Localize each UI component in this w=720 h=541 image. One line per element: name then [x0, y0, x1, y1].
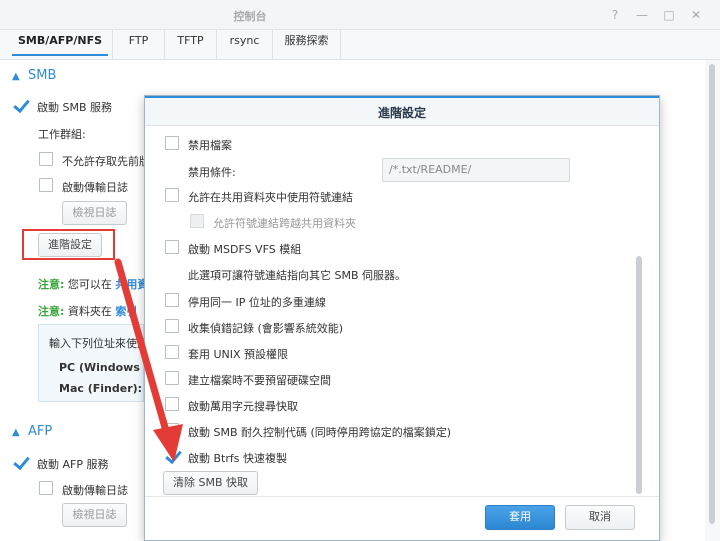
close-icon[interactable]: ✕: [687, 6, 705, 24]
msdfs-description: 此選項可讓符號連結指向其它 SMB 伺服器。: [188, 269, 407, 282]
annotation-highlight-box: [22, 229, 115, 260]
window-titlebar: 控制台 ? — □ ✕: [0, 0, 720, 30]
symlink-checkbox[interactable]: [165, 188, 179, 202]
advanced-settings-dialog: 進階設定 禁用檔案 禁用條件: /*.txt/README/ 允許在共用資料夾中…: [144, 95, 660, 541]
window-title: 控制台: [233, 10, 267, 23]
multi-conn-checkbox[interactable]: [165, 293, 179, 307]
note-1: 注意: 您可以在 共用資: [38, 278, 149, 291]
unix-perm-label: 套用 UNIX 預設權限: [188, 348, 289, 361]
unix-perm-checkbox[interactable]: [165, 345, 179, 359]
tab-service-discovery[interactable]: 服務探索: [273, 30, 341, 60]
dialog-title: 進階設定: [145, 96, 659, 126]
chevron-up-icon: ▲: [12, 427, 20, 438]
info-title: 輸入下列位址來使用: [49, 337, 148, 350]
disable-ext-field[interactable]: /*.txt/README/: [382, 158, 570, 182]
tab-tftp[interactable]: TFTP: [165, 30, 217, 60]
tab-rsync[interactable]: rsync: [217, 30, 273, 60]
info-mac: Mac (Finder):: [59, 382, 143, 395]
minimize-icon[interactable]: —: [633, 6, 651, 24]
symlink-label: 允許在共用資料夾中使用符號連結: [188, 191, 353, 204]
disable-file-label: 禁用檔案: [188, 139, 232, 152]
disable-file-checkbox[interactable]: [165, 136, 179, 150]
wildcard-cache-checkbox[interactable]: [165, 397, 179, 411]
smb-prev-version-checkbox[interactable]: [39, 152, 53, 166]
index-link[interactable]: 索引: [115, 305, 137, 318]
afp-view-log-button[interactable]: 檢視日誌: [62, 503, 127, 527]
smb-enable-checkbox[interactable]: [13, 98, 27, 112]
symlink-cross-checkbox[interactable]: [190, 214, 204, 228]
btrfs-copy-checkbox[interactable]: [165, 449, 179, 463]
smb-prev-version-label: 不允許存取先前版: [62, 155, 150, 168]
cancel-button[interactable]: 取消: [565, 505, 635, 530]
debug-log-checkbox[interactable]: [165, 319, 179, 333]
tab-bar: SMB/AFP/NFS FTP TFTP rsync 服務探索: [0, 30, 720, 60]
debug-log-label: 收集偵錯記錄 (會影響系統效能): [188, 322, 344, 335]
afp-enable-checkbox[interactable]: [13, 455, 27, 469]
msdfs-label: 啟動 MSDFS VFS 模組: [188, 243, 302, 256]
smb-view-log-button[interactable]: 檢視日誌: [62, 201, 127, 225]
main-scrollbar[interactable]: [705, 60, 720, 541]
help-icon[interactable]: ?: [606, 6, 624, 24]
afp-enable-label: 啟動 AFP 服務: [37, 458, 109, 471]
btrfs-copy-label: 啟動 Btrfs 快速複製: [188, 452, 287, 465]
durable-handle-label: 啟動 SMB 耐久控制代碼 (同時停用跨協定的檔案鎖定): [188, 426, 452, 439]
smb-enable-label: 啟動 SMB 服務: [37, 101, 113, 114]
msdfs-checkbox[interactable]: [165, 240, 179, 254]
afp-section-header[interactable]: ▲ AFP: [12, 424, 52, 439]
afp-transfer-log-checkbox[interactable]: [39, 481, 53, 495]
smb-transfer-log-label: 啟動傳輸日誌: [62, 181, 128, 194]
dialog-footer-divider: [145, 496, 659, 497]
chevron-up-icon: ▲: [12, 71, 20, 82]
main-scrollbar-thumb[interactable]: [709, 64, 715, 524]
durable-handle-checkbox[interactable]: [165, 423, 179, 437]
note-2: 注意: 資料夾在 索引: [38, 305, 138, 318]
multi-conn-label: 停用同一 IP 位址的多重連線: [188, 296, 326, 309]
reserve-space-checkbox[interactable]: [165, 371, 179, 385]
reserve-space-label: 建立檔案時不要預留硬碟空間: [188, 374, 331, 387]
disable-ext-label: 禁用條件:: [188, 166, 236, 179]
smb-transfer-log-checkbox[interactable]: [39, 178, 53, 192]
afp-transfer-log-label: 啟動傳輸日誌: [62, 484, 128, 497]
clear-smb-cache-button[interactable]: 清除 SMB 快取: [163, 471, 258, 495]
smb-section-header[interactable]: ▲ SMB: [12, 68, 56, 83]
workgroup-label: 工作群組:: [38, 128, 86, 141]
tab-ftp[interactable]: FTP: [113, 30, 165, 60]
tab-smb-afp-nfs[interactable]: SMB/AFP/NFS: [8, 30, 113, 60]
apply-button[interactable]: 套用: [485, 505, 555, 530]
symlink-cross-label: 允許符號連結跨越共用資料夾: [213, 217, 356, 230]
maximize-icon[interactable]: □: [660, 6, 678, 24]
address-info-box: 輸入下列位址來使用 PC (Windows 檔 Mac (Finder):: [38, 324, 155, 402]
info-pc: PC (Windows 檔: [59, 361, 155, 374]
dialog-scrollbar-thumb[interactable]: [636, 256, 642, 494]
wildcard-cache-label: 啟動萬用字元搜尋快取: [188, 400, 298, 413]
